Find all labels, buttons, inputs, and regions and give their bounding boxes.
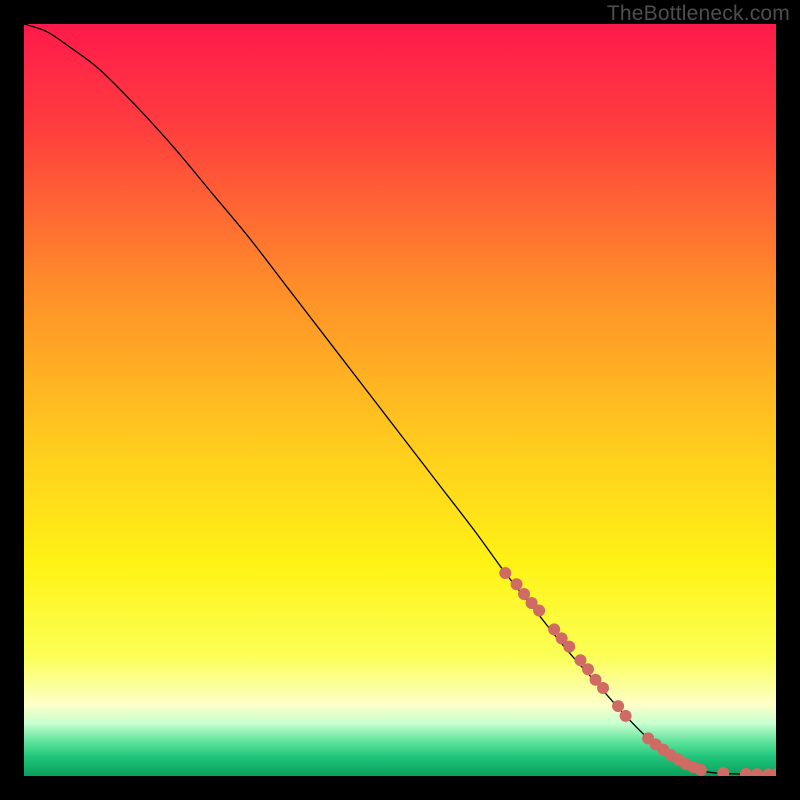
marker-dot: [612, 700, 624, 712]
chart-svg: [24, 24, 776, 776]
watermark-text: TheBottleneck.com: [607, 2, 790, 26]
marker-dot: [533, 605, 545, 617]
marker-dot: [695, 764, 707, 776]
marker-dot: [511, 578, 523, 590]
chart-container: TheBottleneck.com: [0, 0, 800, 800]
marker-dot: [582, 663, 594, 675]
marker-dot: [499, 567, 511, 579]
gradient-background: [24, 24, 776, 776]
marker-dot: [563, 641, 575, 653]
marker-dot: [597, 682, 609, 694]
marker-dot: [620, 710, 632, 722]
plot-area: [24, 24, 776, 776]
